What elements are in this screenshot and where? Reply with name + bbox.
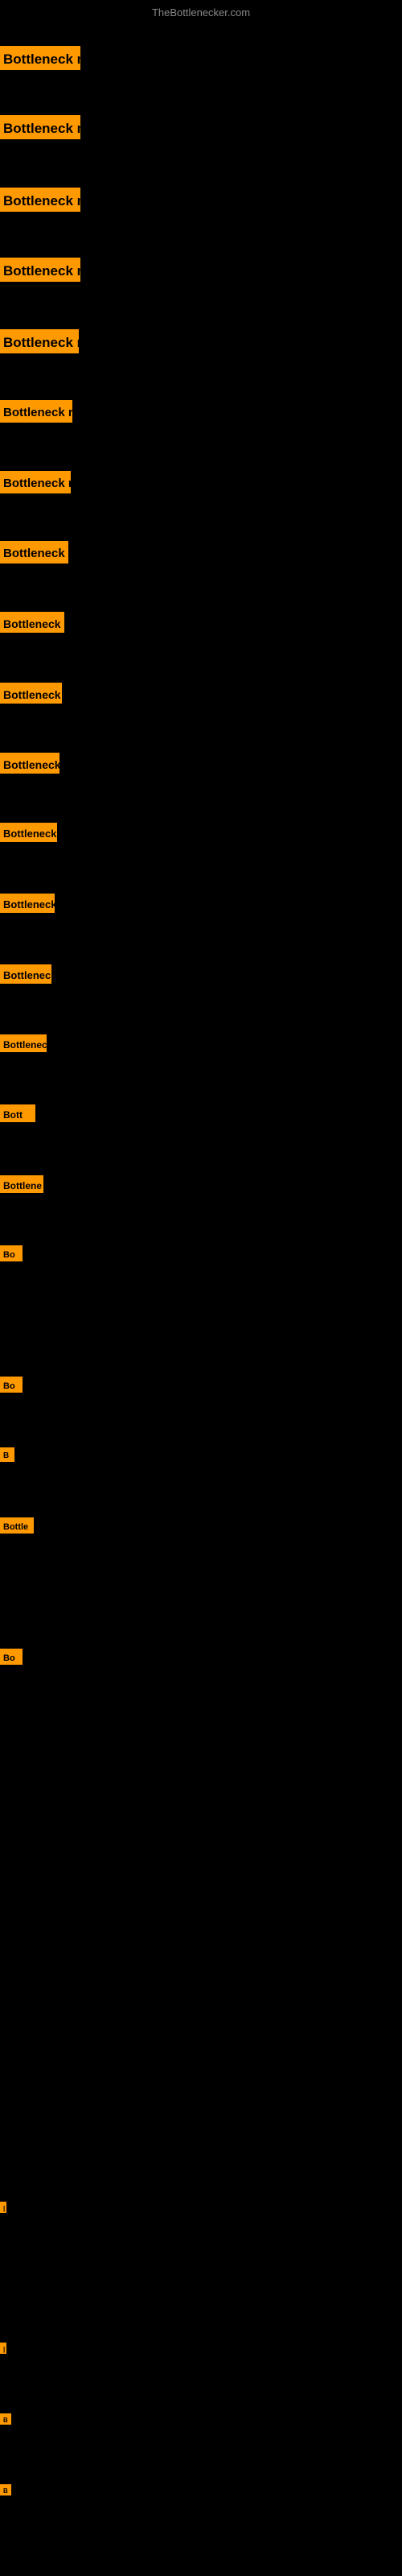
bottleneck-result-label-16: Bott bbox=[0, 1104, 35, 1122]
bottleneck-result-label-19: Bo bbox=[0, 1377, 23, 1393]
site-title: TheBottlenecker.com bbox=[152, 6, 250, 19]
bottleneck-result-label-21: Bottle bbox=[0, 1517, 34, 1534]
bottleneck-result-label-10: Bottleneck resu bbox=[0, 683, 62, 704]
bottleneck-result-label-20: B bbox=[0, 1447, 14, 1462]
bottleneck-result-label-18: Bo bbox=[0, 1245, 23, 1261]
bottleneck-result-label-2: Bottleneck result bbox=[0, 115, 80, 139]
bottleneck-result-label-5: Bottleneck result bbox=[0, 329, 79, 353]
bottleneck-result-label-3: Bottleneck result bbox=[0, 188, 80, 212]
bottleneck-result-label-4: Bottleneck result bbox=[0, 258, 80, 282]
bottleneck-result-label-22: Bo bbox=[0, 1649, 23, 1665]
bottleneck-result-label-15: Bottlenec bbox=[0, 1034, 47, 1052]
bottleneck-result-label-7: Bottleneck result bbox=[0, 471, 71, 493]
bottleneck-result-label-26: B bbox=[0, 2484, 11, 2496]
bottleneck-result-label-25: B bbox=[0, 2413, 11, 2425]
bottleneck-result-label-23: | bbox=[0, 2202, 6, 2213]
bottleneck-result-label-9: Bottleneck resu bbox=[0, 612, 64, 633]
bottleneck-result-label-13: Bottleneck res bbox=[0, 894, 55, 913]
bottleneck-result-label-6: Bottleneck resul bbox=[0, 400, 72, 423]
bottleneck-result-label-14: Bottleneck re bbox=[0, 964, 51, 984]
bottleneck-result-label-11: Bottleneck resu bbox=[0, 753, 59, 774]
bottleneck-result-label-12: Bottleneck res bbox=[0, 823, 57, 842]
bottleneck-result-label-17: Bottlene bbox=[0, 1175, 43, 1193]
bottleneck-result-label-8: Bottleneck result bbox=[0, 541, 68, 564]
bottleneck-result-label-1: Bottleneck result bbox=[0, 46, 80, 70]
bottleneck-result-label-24: | bbox=[0, 2343, 6, 2354]
